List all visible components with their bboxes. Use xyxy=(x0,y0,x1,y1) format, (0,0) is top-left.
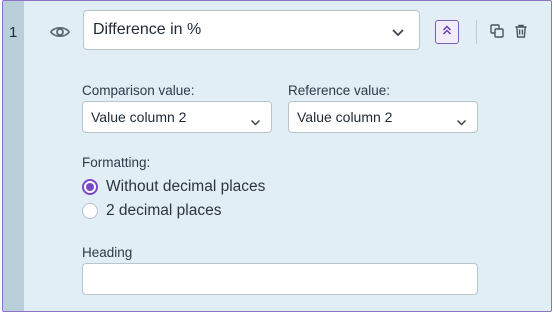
radio-two-decimals[interactable]: 2 decimal places xyxy=(82,202,221,220)
toolbar-divider xyxy=(476,20,477,44)
radio-without-decimals[interactable]: Without decimal places xyxy=(82,178,265,196)
heading-input[interactable] xyxy=(82,263,478,295)
formatting-label: Formatting: xyxy=(82,155,151,170)
heading-label: Heading xyxy=(82,245,133,260)
eye-icon[interactable] xyxy=(49,22,71,42)
chevron-down-icon xyxy=(391,25,405,37)
calculation-row-card: 1 Difference in % Comparison value: Valu… xyxy=(2,0,552,312)
chevrons-up-icon xyxy=(441,23,453,41)
chevron-down-icon xyxy=(456,114,467,126)
chevron-down-icon xyxy=(250,114,261,126)
copy-icon[interactable] xyxy=(489,23,505,39)
comparison-value-label: Comparison value: xyxy=(82,83,195,98)
reference-value-select[interactable]: Value column 2 xyxy=(288,101,478,133)
row-content: Difference in % Comparison value: Value … xyxy=(24,1,551,311)
calculation-type-value: Difference in % xyxy=(93,21,202,38)
reference-value-text: Value column 2 xyxy=(297,109,393,125)
collapse-button[interactable] xyxy=(435,20,459,44)
radio-label: 2 decimal places xyxy=(106,202,222,219)
comparison-value-text: Value column 2 xyxy=(91,109,187,125)
comparison-value-select[interactable]: Value column 2 xyxy=(82,101,272,133)
calculation-type-select[interactable]: Difference in % xyxy=(83,10,420,50)
trash-icon[interactable] xyxy=(513,23,529,39)
reference-value-label: Reference value: xyxy=(288,83,391,98)
row-number: 1 xyxy=(9,24,18,41)
radio-button[interactable] xyxy=(82,203,98,219)
radio-button[interactable] xyxy=(82,179,98,195)
row-gutter: 1 xyxy=(3,1,24,311)
radio-label: Without decimal places xyxy=(106,178,266,195)
